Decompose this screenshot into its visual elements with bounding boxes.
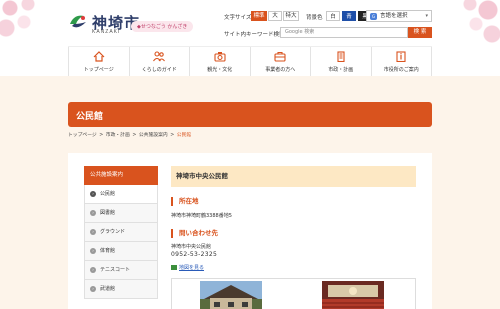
nav-label: 市政・計画 (328, 67, 354, 73)
chevron-right-icon: › (90, 210, 96, 216)
page-title: 公民館 (76, 112, 104, 122)
sidebar-item-gymnasium[interactable]: › 体育館 (84, 242, 158, 261)
nav-item-business[interactable]: 事業者の方へ (251, 47, 311, 76)
map-link-label: 地図を見る (179, 265, 205, 271)
font-size-xlarge-button[interactable]: 特大 (283, 11, 299, 21)
building-exterior-photo (200, 281, 262, 309)
search-input[interactable]: Google 検索 (280, 27, 408, 38)
chevron-down-icon: ▾ (425, 13, 428, 19)
sidebar-nav: 公共施設案内 › 公民館 › 図書館 › グラウンド › 体育館 › テニスコー… (84, 166, 158, 299)
sidebar-item-budokan[interactable]: › 武道館 (84, 280, 158, 299)
people-icon (153, 51, 166, 62)
city-roman-name: KANZAKI (92, 29, 121, 35)
address-text: 神埼市神埼町鶴3388番地5 (171, 213, 232, 219)
address-heading: 所在地 (171, 197, 199, 206)
bg-white-button[interactable]: 白 (326, 11, 340, 21)
tagline-badge: ◆せつなごう かんざき (131, 21, 194, 32)
bg-color-label: 背景色 (306, 15, 323, 21)
sidebar-heading: 公共施設案内 (84, 166, 158, 185)
chevron-right-icon: › (90, 229, 96, 235)
chevron-right-icon: › (90, 267, 96, 273)
cherry-blossom-decoration (0, 0, 70, 46)
breadcrumb-separator: > (132, 133, 137, 138)
map-icon (171, 265, 177, 270)
nav-label: トップページ (83, 67, 114, 73)
site-search-label: サイト内キーワード検索 (224, 32, 285, 38)
sidebar-item-library[interactable]: › 図書館 (84, 204, 158, 223)
translate-icon: G (370, 13, 377, 20)
search-button[interactable]: 検 索 (408, 27, 432, 38)
breadcrumb-separator: > (99, 133, 104, 138)
info-icon (396, 51, 406, 62)
language-select[interactable]: G 言語を選択 ▾ (366, 10, 432, 22)
sidebar-item-ground[interactable]: › グラウンド (84, 223, 158, 242)
site-header: 神埼市 KANZAKI ◆せつなごう かんざき 文字サイズ 標準 大 特大 背景… (0, 0, 500, 70)
map-link[interactable]: 地図を見る (171, 264, 204, 271)
nav-item-city-policy[interactable]: 市政・計画 (311, 47, 372, 76)
chevron-right-icon: › (90, 286, 96, 292)
nav-label: 事業者の方へ (265, 67, 296, 73)
sidebar-item-label: 体育館 (100, 248, 116, 254)
sidebar-item-tennis-court[interactable]: › テニスコート (84, 261, 158, 280)
language-select-label: 言語を選択 (380, 13, 408, 19)
breadcrumb-link[interactable]: 公共施設案内 (139, 133, 168, 138)
nav-item-top[interactable]: トップページ (68, 47, 130, 76)
camera-icon (214, 52, 226, 62)
contact-phone: 0952-53-2325 (171, 251, 218, 258)
page-title-bar: 公民館 (68, 102, 432, 127)
global-nav: トップページ くらしのガイド 観光・文化 事業者の方へ 市政・計画 市役所のご案… (68, 46, 432, 76)
sidebar-item-community-center[interactable]: › 公民館 (84, 185, 158, 204)
font-size-label: 文字サイズ (224, 15, 252, 21)
breadcrumb-current: 公民館 (176, 133, 192, 138)
nav-label: くらしのガイド (141, 67, 177, 73)
city-logo-icon[interactable] (68, 12, 88, 32)
nav-item-tourism[interactable]: 観光・文化 (190, 47, 251, 76)
breadcrumb-separator: > (170, 133, 175, 138)
hall-interior-photo (322, 281, 384, 309)
font-size-standard-button[interactable]: 標準 (251, 11, 267, 21)
briefcase-icon (274, 51, 286, 62)
sidebar-item-label: 公民館 (100, 191, 116, 197)
breadcrumb-link[interactable]: 市政・計画 (106, 133, 130, 138)
sidebar-item-label: 武道館 (100, 286, 116, 292)
facility-title: 神埼市中央公民館 (171, 166, 416, 187)
font-size-large-button[interactable]: 大 (268, 11, 282, 21)
nav-item-living-guide[interactable]: くらしのガイド (130, 47, 190, 76)
bg-blue-button[interactable]: 青 (342, 11, 356, 21)
chevron-right-icon: › (90, 191, 96, 197)
chevron-right-icon: › (90, 248, 96, 254)
contact-name: 神埼市中央公民館 (171, 244, 212, 250)
contact-heading: 問い合わせ先 (171, 229, 218, 238)
sidebar-item-label: グラウンド (100, 229, 126, 235)
nav-label: 市役所のご案内 (383, 67, 419, 73)
nav-label: 観光・文化 (207, 67, 233, 73)
building-icon (337, 51, 345, 62)
breadcrumb-link[interactable]: トップページ (68, 133, 97, 138)
breadcrumb: トップページ > 市政・計画 > 公共施設案内 > 公民館 (68, 131, 192, 138)
sidebar-item-label: 図書館 (100, 210, 116, 216)
sidebar-item-label: テニスコート (100, 267, 131, 273)
nav-item-city-hall[interactable]: 市役所のご案内 (372, 47, 432, 76)
home-icon (93, 51, 105, 62)
